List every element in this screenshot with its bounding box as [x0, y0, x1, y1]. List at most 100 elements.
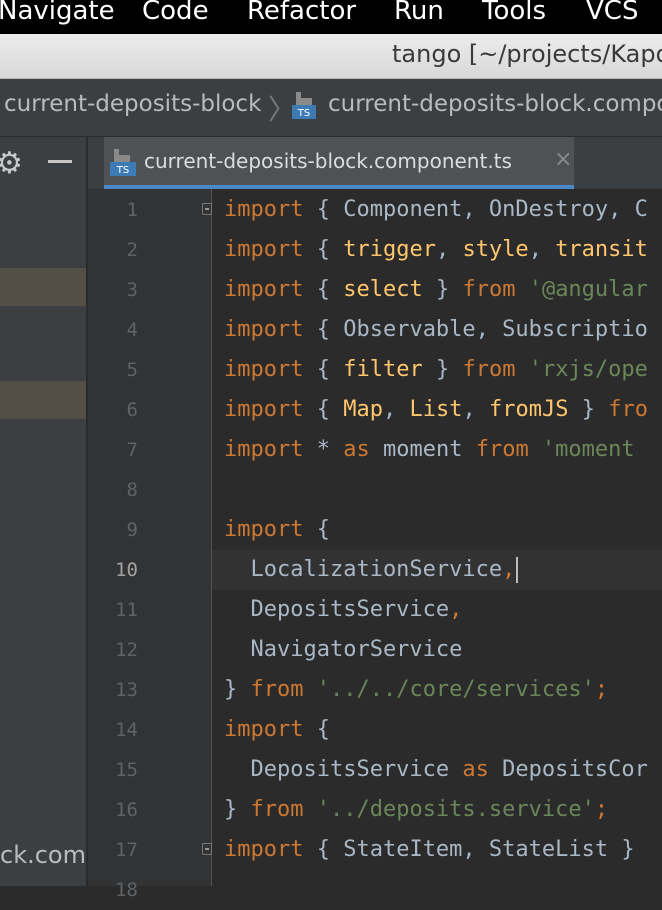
- line-number: 6: [126, 399, 138, 421]
- code-line[interactable]: import { select } from '@angular: [224, 270, 648, 310]
- tab-current-file[interactable]: TS current-deposits-block.component.ts ×: [104, 137, 574, 189]
- code-line[interactable]: DepositsService as DepositsCor: [224, 750, 648, 790]
- code-token: }: [224, 797, 251, 822]
- collapse-icon[interactable]: [48, 160, 72, 163]
- code-token: trigger: [343, 237, 436, 262]
- code-token: import: [224, 437, 304, 462]
- line-number: 7: [126, 439, 138, 461]
- menu-code[interactable]: Code: [142, 0, 209, 26]
- project-tree-item[interactable]: [0, 381, 86, 419]
- code-line[interactable]: import * as moment from 'moment: [224, 430, 635, 470]
- code-token: Map: [343, 397, 383, 422]
- code-token: from: [250, 797, 304, 822]
- code-token: 'moment: [528, 437, 635, 462]
- code-line[interactable]: import { Component, OnDestroy, C: [224, 190, 648, 230]
- code-token: transit: [555, 237, 648, 262]
- code-token: DepositsService: [224, 757, 463, 782]
- code-token: {: [303, 397, 344, 422]
- window-title-bar: tango [~/projects/Kapo: [0, 34, 662, 79]
- code-token: import: [224, 237, 304, 262]
- line-number: 13: [115, 679, 138, 701]
- code-token: fro: [608, 397, 648, 422]
- code-token: import: [224, 197, 304, 222]
- close-icon[interactable]: ×: [554, 147, 572, 172]
- code-token: ,: [382, 397, 410, 422]
- project-tree-item[interactable]: [0, 268, 86, 306]
- code-token: }: [224, 677, 251, 702]
- tab-label: current-deposits-block.component.ts: [144, 149, 512, 173]
- code-token: {: [303, 717, 330, 742]
- code-line[interactable]: import { trigger, style, transit: [224, 230, 648, 270]
- code-token: moment: [369, 437, 476, 462]
- code-token: import: [224, 317, 304, 342]
- code-line[interactable]: import { Observable, Subscriptio: [224, 310, 648, 350]
- menu-vcs[interactable]: VCS: [586, 0, 638, 26]
- code-line[interactable]: NavigatorService: [224, 630, 462, 670]
- code-line[interactable]: import { StateItem, StateList }: [224, 830, 635, 870]
- project-tree-file[interactable]: ck.comp: [0, 841, 86, 869]
- code-line[interactable]: LocalizationService,: [224, 550, 519, 590]
- line-number: 5: [126, 359, 138, 381]
- code-token: DepositsCor: [488, 757, 648, 782]
- code-line[interactable]: import { Map, List, fromJS } fro: [224, 390, 648, 430]
- breadcrumb: current-deposits-block 〉 TS current-depo…: [0, 79, 662, 137]
- line-number: 1: [126, 199, 138, 221]
- code-token: }: [422, 277, 463, 302]
- code-line[interactable]: import {: [224, 510, 330, 550]
- code-token: '../../core/services': [303, 677, 595, 702]
- code-line[interactable]: import { filter } from 'rxjs/ope: [224, 350, 648, 390]
- code-token: ,: [449, 597, 463, 622]
- gear-icon[interactable]: ⚙: [0, 146, 23, 181]
- menu-refactor[interactable]: Refactor: [247, 0, 356, 26]
- code-token: import: [224, 357, 304, 382]
- code-token: }: [422, 357, 463, 382]
- code-token: from: [462, 357, 516, 382]
- code-token: style: [462, 237, 529, 262]
- breadcrumb-folder[interactable]: current-deposits-block: [4, 91, 261, 117]
- code-token: from: [475, 437, 529, 462]
- line-number: 9: [126, 519, 138, 541]
- code-token: { Component, OnDestroy, C: [303, 197, 648, 222]
- code-line[interactable]: } from '../deposits.service';: [224, 790, 608, 830]
- menu-tools[interactable]: Tools: [482, 0, 546, 26]
- code-token: fromJS: [488, 397, 569, 422]
- typescript-file-icon: TS: [292, 92, 318, 126]
- code-token: ;: [594, 677, 609, 702]
- code-line[interactable]: DepositsService,: [224, 590, 462, 630]
- line-number: 10: [115, 559, 138, 581]
- code-token: filter: [343, 357, 423, 382]
- fold-marker-icon[interactable]: [202, 203, 212, 215]
- line-number: 11: [115, 599, 138, 621]
- code-token: }: [568, 397, 609, 422]
- menu-bar: Navigate Code Refactor Run Tools VCS: [0, 0, 662, 34]
- code-token: {: [303, 277, 344, 302]
- line-number: 18: [115, 879, 138, 901]
- line-number: 14: [115, 719, 138, 741]
- project-panel: ck.comp: [0, 189, 86, 886]
- line-number: 2: [126, 239, 138, 261]
- code-token: import: [224, 717, 304, 742]
- code-token: LocalizationService: [224, 557, 503, 582]
- code-token: *: [303, 437, 344, 462]
- code-token: from: [462, 277, 516, 302]
- code-token: { Observable, Subscriptio: [303, 317, 648, 342]
- code-token: { StateItem, StateList }: [303, 837, 635, 862]
- code-token: as: [462, 757, 489, 782]
- code-line[interactable]: } from '../../core/services';: [224, 670, 608, 710]
- code-token: ;: [594, 797, 609, 822]
- line-number: 8: [126, 479, 138, 501]
- code-line[interactable]: import {: [224, 710, 330, 750]
- code-token: as: [343, 437, 370, 462]
- line-number: 17: [115, 839, 138, 861]
- line-number: 15: [115, 759, 138, 781]
- typescript-file-icon: TS: [108, 149, 138, 181]
- code-token: ,: [502, 557, 516, 582]
- menu-navigate[interactable]: Navigate: [0, 0, 115, 26]
- code-token: List: [409, 397, 463, 422]
- code-token: NavigatorService: [224, 637, 463, 662]
- fold-marker-icon[interactable]: [202, 843, 212, 855]
- menu-run[interactable]: Run: [394, 0, 444, 26]
- gutter-separator: [211, 189, 212, 886]
- breadcrumb-file[interactable]: current-deposits-block.compo: [328, 91, 662, 117]
- code-token: ,: [528, 237, 556, 262]
